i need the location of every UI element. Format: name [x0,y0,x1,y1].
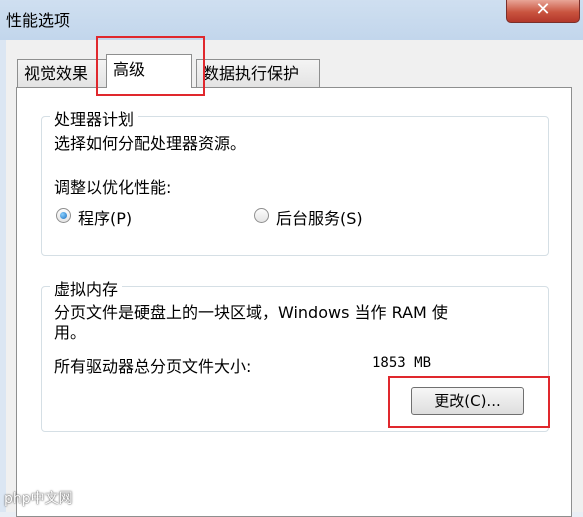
dialog-client-area: 视觉效果 高级 数据执行保护 处理器计划 选择如何分配处理器资源。 调整以优化性… [6,40,583,517]
virtual-memory-group: 虚拟内存 分页文件是硬盘上的一块区域，Windows 当作 RAM 使 用。 所… [41,276,549,432]
virtual-memory-description-line1: 分页文件是硬盘上的一块区域，Windows 当作 RAM 使 [54,303,448,322]
total-paging-file-value: 1853 MB [372,355,432,371]
advanced-tab-panel: 处理器计划 选择如何分配处理器资源。 调整以优化性能: 程序(P) 后台服务(S… [16,87,572,517]
virtual-memory-legend: 虚拟内存 [50,276,123,300]
radio-programs-label[interactable]: 程序(P) [78,205,132,229]
radio-background-services-label[interactable]: 后台服务(S) [276,205,363,229]
performance-options-window: 性能选项 ✕ 视觉效果 高级 数据执行保护 处理器计划 选择如何分配处理器资源。… [0,0,583,517]
tab-data-execution-prevention[interactable]: 数据执行保护 [196,59,320,87]
window-title: 性能选项 [6,11,71,30]
adjust-performance-label: 调整以优化性能: [54,178,172,197]
title-bar: 性能选项 ✕ [0,0,583,40]
total-paging-file-label: 所有驱动器总分页文件大小: [54,357,252,376]
change-button[interactable]: 更改(C)... [411,387,524,415]
radio-background-services[interactable] [254,208,269,223]
tab-advanced[interactable]: 高级 [106,54,192,88]
processor-scheduling-legend: 处理器计划 [50,106,139,130]
virtual-memory-description-line2: 用。 [54,323,87,342]
processor-description: 选择如何分配处理器资源。 [54,134,247,153]
tab-visual-effects[interactable]: 视觉效果 [17,59,107,87]
processor-scheduling-group: 处理器计划 选择如何分配处理器资源。 调整以优化性能: 程序(P) 后台服务(S… [41,106,549,256]
close-button[interactable]: ✕ [506,0,580,23]
radio-programs[interactable] [56,208,71,223]
watermark: php中文网 [4,491,73,507]
